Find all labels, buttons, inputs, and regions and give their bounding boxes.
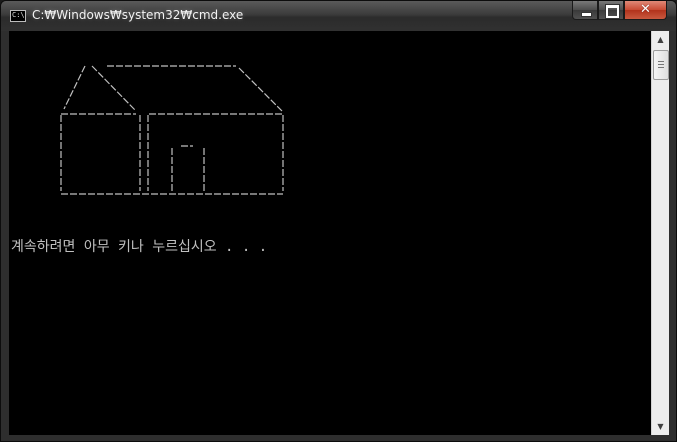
minimize-button[interactable]	[572, 1, 598, 20]
house-gable-right-edge	[91, 65, 137, 112]
close-button[interactable]: ✕	[624, 1, 667, 20]
vertical-scrollbar[interactable]: ▲ ▼	[651, 31, 669, 435]
thumb-grip-line	[658, 64, 664, 65]
scrollbar-thumb[interactable]	[653, 50, 669, 80]
ascii-house-drawing	[60, 65, 284, 195]
scroll-up-arrow-icon[interactable]: ▲	[652, 31, 669, 48]
scroll-down-arrow-icon[interactable]: ▼	[652, 418, 669, 435]
house-roof-right-slope	[238, 67, 283, 112]
close-icon: ✕	[640, 2, 651, 17]
maximize-icon	[606, 5, 619, 18]
window-title: C:₩Windows₩system32₩cmd.exe	[32, 8, 244, 22]
minimize-icon	[581, 12, 592, 17]
title-bar[interactable]: C:\ C:₩Windows₩system32₩cmd.exe ✕	[1, 1, 676, 31]
press-any-key-prompt: 계속하려면 아무 키나 누르십시오 . . .	[11, 239, 268, 255]
thumb-grip-line	[658, 67, 664, 68]
cmd-window: C:\ C:₩Windows₩system32₩cmd.exe ✕ 계속하려면 …	[0, 0, 677, 442]
console-output[interactable]: 계속하려면 아무 키나 누르십시오 . . .	[9, 31, 651, 435]
console-client-area: 계속하려면 아무 키나 누르십시오 . . . ▲ ▼	[9, 31, 669, 435]
cmd-app-icon[interactable]: C:\	[10, 10, 26, 22]
caption-buttons: ✕	[572, 1, 667, 20]
house-gable-left-edge	[63, 65, 86, 110]
thumb-grip-line	[658, 61, 664, 62]
cmd-app-icon-glyph: C:\	[12, 11, 25, 19]
maximize-button[interactable]	[598, 1, 624, 20]
